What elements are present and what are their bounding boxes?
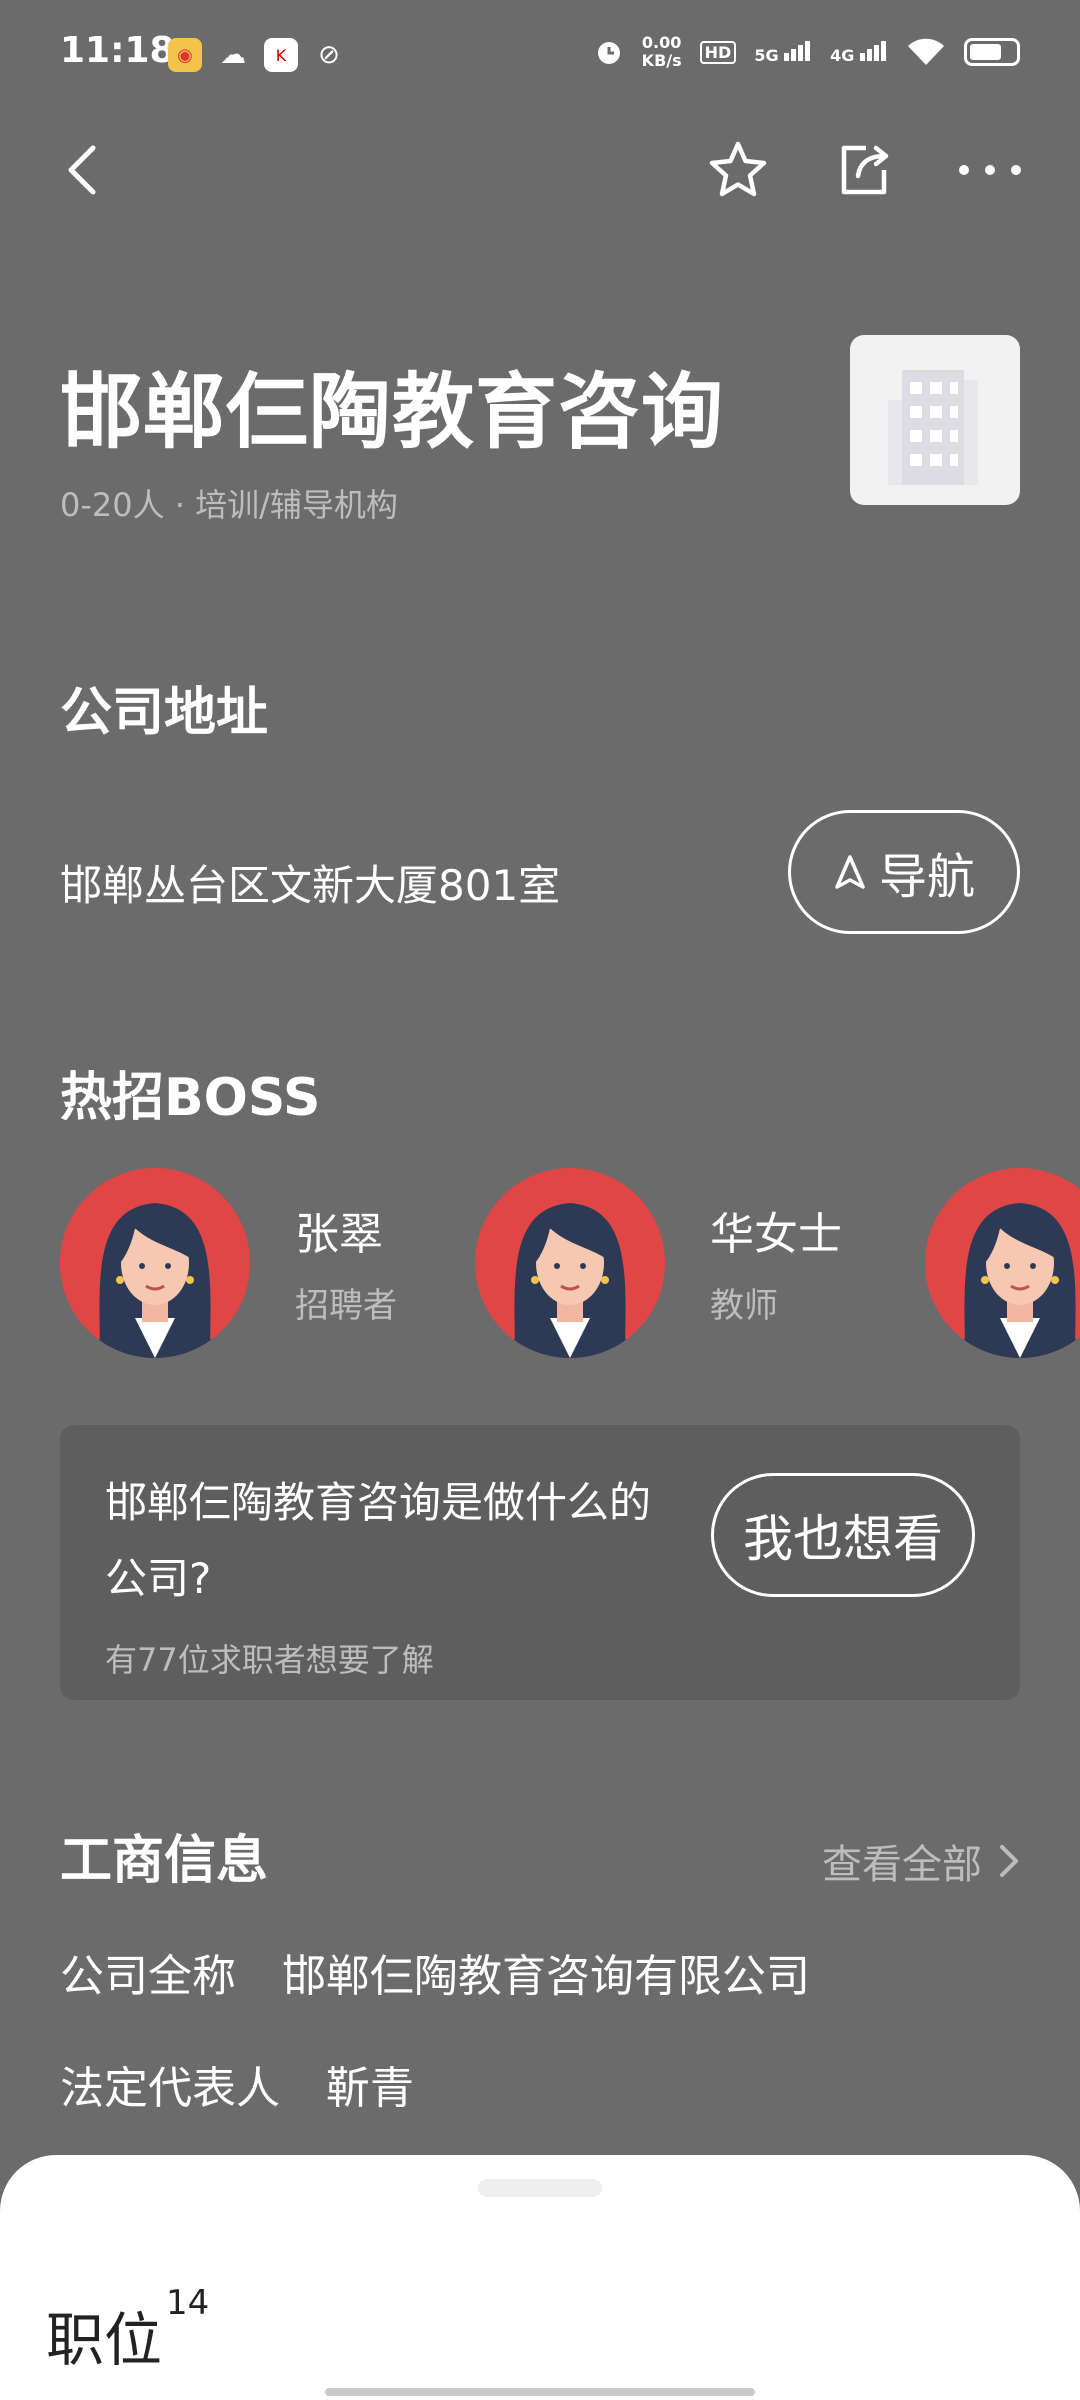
weibo-icon: ◉ — [168, 38, 202, 72]
signal-4g-label: 4G — [830, 46, 855, 65]
info-value: 邯郸仨陶教育咨询有限公司 — [282, 1951, 810, 2002]
star-icon — [709, 141, 767, 197]
question-subtext: 有77位求职者想要了解 — [105, 1641, 434, 1679]
boss-card[interactable]: 张翠 招聘者 — [60, 1168, 397, 1358]
want-to-know-button[interactable]: 我也想看 — [711, 1473, 975, 1597]
more-dots-icon — [959, 165, 1021, 175]
chevron-right-icon — [1000, 1845, 1018, 1877]
alarm-icon — [597, 42, 620, 64]
jobs-label: 职位 — [46, 2306, 163, 2374]
view-all-link[interactable]: 查看全部 — [822, 1832, 1020, 1890]
wifi-icon — [908, 38, 944, 65]
hd-badge: HD — [699, 40, 737, 64]
navigate-button[interactable]: 导航 — [788, 810, 1020, 934]
navigation-arrow-icon — [835, 855, 865, 889]
company-name: 邯郸仨陶教育咨询 — [60, 365, 725, 460]
back-arrow-icon — [68, 145, 96, 195]
link-icon: ⊘ — [318, 40, 340, 70]
home-indicator[interactable] — [325, 2388, 755, 2396]
signal-5g-label: 5G — [754, 46, 779, 65]
boss-list: 张翠 招聘者 华女士 教师 — [60, 1168, 1080, 1358]
avatar — [60, 1168, 250, 1358]
back-button[interactable] — [55, 130, 115, 210]
avatar-woman-icon — [60, 1168, 250, 1358]
hot-boss-section-title: 热招BOSS — [60, 1068, 321, 1128]
question-text: 邯郸仨陶教育咨询是做什么的公司? — [105, 1478, 652, 1603]
share-icon — [841, 145, 889, 195]
avatar-woman-icon — [475, 1168, 665, 1358]
address-section-title: 公司地址 — [60, 683, 269, 743]
nav-actions — [703, 130, 1025, 210]
signal-bars-icon — [784, 41, 811, 61]
avatar-woman-icon — [925, 1168, 1080, 1358]
kfc-icon: K — [264, 38, 298, 72]
company-logo[interactable] — [850, 335, 1020, 505]
share-button[interactable] — [829, 130, 899, 210]
boss-name: 张翠 — [295, 1209, 383, 1260]
more-button[interactable] — [955, 130, 1025, 210]
boss-card[interactable]: 华女士 教师 — [475, 1168, 842, 1358]
boss-name: 华女士 — [710, 1209, 842, 1260]
status-time: 11:18 — [60, 30, 175, 71]
jobs-count: 14 — [166, 2283, 210, 2323]
address-text[interactable]: 邯郸丛台区文新大厦801室 — [60, 852, 560, 913]
info-row-legal-rep: 法定代表人 靳青 — [60, 2052, 414, 2116]
avatar — [925, 1168, 1080, 1358]
info-value: 靳青 — [326, 2063, 414, 2114]
status-indicators: 0.00 KB/s HD 5G 4G — [594, 34, 1020, 70]
favorite-button[interactable] — [703, 130, 773, 210]
company-meta: 0-20人 · 培训/辅导机构 — [60, 486, 398, 524]
signal-4g: 4G — [830, 39, 888, 65]
view-all-label: 查看全部 — [822, 1842, 982, 1888]
signal-bars-icon — [860, 41, 886, 61]
battery-icon — [964, 38, 1020, 66]
net-speed-value: 0.00 — [641, 33, 682, 52]
jobs-bottom-sheet[interactable]: 职位 14 — [0, 2155, 1080, 2400]
boss-card[interactable] — [925, 1168, 1080, 1358]
drag-handle[interactable] — [478, 2179, 602, 2197]
info-label: 公司全称 — [60, 1951, 236, 2002]
info-row-full-name: 公司全称 邯郸仨陶教育咨询有限公司 — [60, 1940, 810, 2004]
info-label: 法定代表人 — [60, 2063, 280, 2114]
net-speed: 0.00 KB/s — [642, 34, 682, 70]
business-info-title: 工商信息 — [60, 1831, 269, 1891]
status-bar: 11:18 ◉ ☁ K ⊘ 0.00 KB/s HD 5G 4G — [0, 0, 1080, 110]
wechat-icon: ☁ — [220, 40, 246, 70]
boss-role: 教师 — [710, 1286, 778, 1326]
question-card: 邯郸仨陶教育咨询是做什么的公司? 有77位求职者想要了解 我也想看 — [60, 1425, 1020, 1700]
navigate-button-label: 导航 — [878, 851, 975, 904]
boss-role: 招聘者 — [295, 1286, 397, 1326]
status-app-icons: ◉ ☁ K ⊘ — [168, 38, 346, 72]
signal-5g: 5G — [754, 39, 812, 65]
battery-fill — [970, 44, 1001, 60]
building-icon — [888, 370, 978, 485]
avatar — [475, 1168, 665, 1358]
net-speed-unit: KB/s — [641, 51, 682, 70]
